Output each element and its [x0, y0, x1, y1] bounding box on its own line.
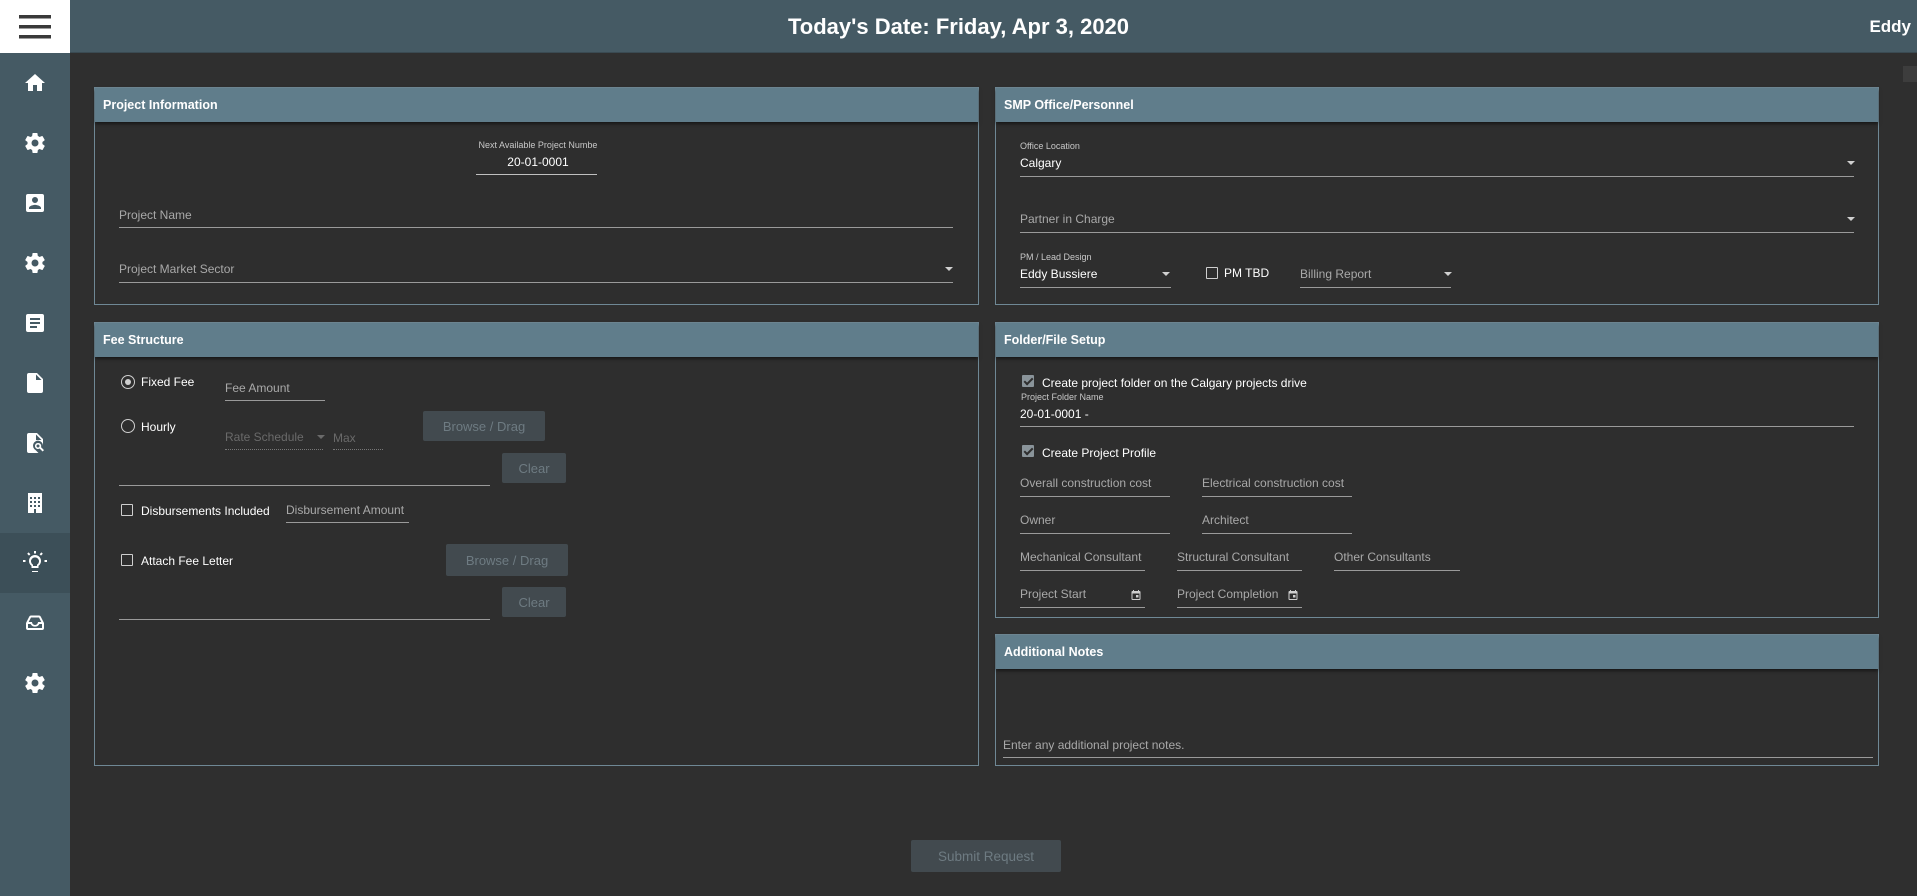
partner-in-charge-select[interactable]: Partner in Charge — [1020, 212, 1115, 226]
office-location-select[interactable]: Calgary — [1020, 156, 1061, 170]
scrollbar-button[interactable] — [1903, 66, 1917, 82]
chevron-down-icon — [1847, 217, 1855, 221]
sidebar-item-articles[interactable] — [0, 293, 70, 353]
office-location-label: Office Location — [1020, 141, 1080, 151]
chevron-down-icon — [1162, 272, 1170, 276]
sidebar-item-file-search[interactable] — [0, 413, 70, 473]
clear-button-2[interactable]: Clear — [502, 587, 566, 617]
folder-name-input[interactable]: 20-01-0001 - — [1020, 407, 1089, 421]
panel-title: Project Information — [95, 88, 978, 122]
fee-structure-panel: Fee Structure Fixed Fee Fee Amount Hourl… — [94, 322, 979, 766]
project-name-input[interactable]: Project Name — [119, 208, 953, 222]
chevron-down-icon — [1847, 161, 1855, 165]
calendar-icon[interactable] — [1130, 588, 1142, 600]
attach-fee-letter-label: Attach Fee Letter — [141, 554, 234, 568]
inbox-tray-icon — [26, 615, 44, 630]
sidebar-item-contacts[interactable] — [0, 173, 70, 233]
article-icon — [26, 314, 44, 332]
browse-drag-button[interactable]: Browse / Drag — [423, 411, 545, 441]
chevron-down-icon — [945, 267, 953, 271]
project-market-sector-select[interactable]: Project Market Sector — [119, 262, 953, 276]
project-number-label: Next Available Project Numbe — [478, 140, 598, 150]
sidebar-item-home[interactable] — [0, 53, 70, 113]
billing-report-select[interactable]: Billing Report — [1300, 267, 1371, 281]
project-completion-input[interactable]: Project Completion — [1177, 587, 1278, 601]
project-start-input[interactable]: Project Start — [1020, 587, 1086, 601]
owner-input[interactable]: Owner — [1020, 513, 1055, 527]
calendar-icon[interactable] — [1287, 588, 1299, 600]
panel-title: Folder/File Setup — [996, 323, 1878, 357]
building-icon — [28, 493, 42, 513]
fixed-fee-radio[interactable] — [121, 375, 135, 389]
clear-button[interactable]: Clear — [502, 453, 566, 483]
gear-icon — [25, 133, 45, 154]
panel-title: Fee Structure — [95, 323, 978, 357]
home-icon — [25, 74, 45, 91]
other-consultants-input[interactable]: Other Consultants — [1334, 550, 1431, 564]
architect-input[interactable]: Architect — [1202, 513, 1249, 527]
overall-construction-cost-input[interactable]: Overall construction cost — [1020, 476, 1151, 490]
additional-notes-panel: Additional Notes Enter any additional pr… — [995, 634, 1879, 766]
pm-lead-design-select[interactable]: Eddy Bussiere — [1020, 267, 1097, 281]
gear-icon — [25, 253, 45, 274]
sidebar — [0, 53, 70, 896]
top-bar: Today's Date: Friday, Apr 3, 2020 Eddy — [0, 0, 1917, 53]
structural-consultant-input[interactable]: Structural Consultant — [1177, 550, 1289, 564]
fixed-fee-label: Fixed Fee — [141, 375, 195, 389]
sidebar-item-settings-2[interactable] — [0, 233, 70, 293]
max-input[interactable]: Max — [333, 431, 356, 445]
electrical-construction-cost-input[interactable]: Electrical construction cost — [1202, 476, 1344, 490]
pm-lead-design-label: PM / Lead Design — [1020, 252, 1092, 262]
panel-title: SMP Office/Personnel — [996, 88, 1878, 122]
chevron-down-icon — [1444, 272, 1452, 276]
sidebar-item-buildings[interactable] — [0, 473, 70, 533]
chevron-down-icon — [317, 435, 325, 439]
create-profile-checkbox[interactable] — [1022, 445, 1034, 457]
hourly-radio[interactable] — [121, 419, 135, 433]
sidebar-item-settings-1[interactable] — [0, 113, 70, 173]
hamburger-icon — [19, 14, 51, 38]
create-folder-label: Create project folder on the Calgary pro… — [1042, 376, 1307, 390]
pm-tbd-checkbox[interactable] — [1206, 267, 1218, 279]
browse-drag-button-2[interactable]: Browse / Drag — [446, 544, 568, 576]
disbursement-amount-input[interactable]: Disbursement Amount — [286, 503, 404, 517]
lightbulb-icon — [23, 551, 47, 572]
file-search-icon — [27, 433, 44, 453]
hourly-label: Hourly — [141, 420, 176, 434]
page-title: Today's Date: Friday, Apr 3, 2020 — [787, 13, 1130, 39]
sidebar-item-files[interactable] — [0, 353, 70, 413]
disbursements-included-label: Disbursements Included — [141, 504, 270, 518]
user-name[interactable]: Eddy — [1869, 0, 1911, 53]
gear-icon — [25, 673, 45, 694]
sidebar-item-ideas[interactable] — [0, 533, 70, 593]
additional-notes-textarea[interactable]: Enter any additional project notes. — [1003, 738, 1184, 752]
disbursements-included-checkbox[interactable] — [121, 504, 133, 516]
project-information-panel: Project Information Next Available Proje… — [94, 87, 979, 305]
sidebar-item-settings-3[interactable] — [0, 653, 70, 713]
folder-name-label: Project Folder Name — [1021, 392, 1104, 402]
attach-fee-letter-checkbox[interactable] — [121, 554, 133, 566]
fee-amount-input[interactable]: Fee Amount — [225, 381, 290, 395]
create-profile-label: Create Project Profile — [1042, 446, 1157, 460]
create-folder-checkbox[interactable] — [1022, 375, 1034, 387]
sidebar-item-inbox[interactable] — [0, 593, 70, 653]
pm-tbd-label: PM TBD — [1224, 266, 1270, 280]
file-icon — [27, 373, 43, 393]
project-number-value: 20-01-0001 — [507, 155, 569, 169]
folder-file-setup-panel: Folder/File Setup Create project folder … — [995, 322, 1879, 618]
submit-request-button[interactable]: Submit Request — [911, 840, 1061, 872]
hamburger-menu-button[interactable] — [0, 0, 70, 53]
rate-schedule-select[interactable]: Rate Schedule — [225, 430, 304, 444]
office-personnel-panel: SMP Office/Personnel Office Location Cal… — [995, 87, 1879, 305]
contact-card-icon — [26, 194, 44, 212]
panel-title: Additional Notes — [996, 635, 1878, 669]
mechanical-consultant-input[interactable]: Mechanical Consultant — [1020, 550, 1141, 564]
